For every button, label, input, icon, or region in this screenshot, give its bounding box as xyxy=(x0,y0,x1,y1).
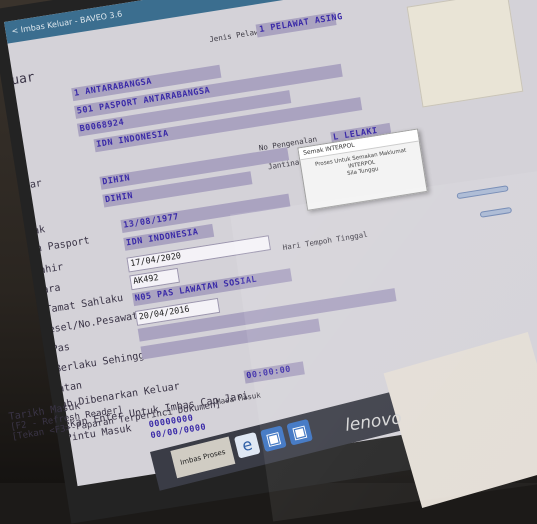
passport-photo xyxy=(406,0,524,108)
ak-label: ak xyxy=(32,224,46,237)
tamat-label: Tamat Sahlaku xyxy=(44,292,124,316)
ahir-label: ahir xyxy=(38,261,65,277)
app-icon-2[interactable]: ▣ xyxy=(286,418,313,446)
time-value: 00:00:00 xyxy=(245,364,292,382)
atan-label: atan xyxy=(57,380,83,395)
no-dokumen-value: B0068924 xyxy=(79,117,125,135)
pasport-label: n Pasport xyxy=(35,235,91,255)
title-fragment: uar xyxy=(10,69,36,89)
nama-value-1: DIHIN xyxy=(101,173,131,188)
internet-explorer-icon[interactable]: e xyxy=(233,431,261,459)
nama-value-2: DIHIN xyxy=(104,190,134,206)
kesel-label: esel/No.Pesawat xyxy=(47,310,139,336)
app-icon-1[interactable]: ▣ xyxy=(260,425,287,453)
masa-masuk-label: Masa Masuk xyxy=(215,390,262,407)
uar-label: uar xyxy=(23,178,43,192)
action-button-2[interactable] xyxy=(479,206,513,218)
jenis-pelawat-value: 1 PELAWAT ASING xyxy=(258,11,344,36)
ara-label: ara xyxy=(41,282,62,297)
action-button-1[interactable] xyxy=(456,185,509,200)
berlaku-label: Berlaku Sehingga xyxy=(54,349,152,376)
pas-label: Pas xyxy=(51,341,71,356)
hari-tempoh-label: Hari Tempoh Tinggal xyxy=(282,229,369,253)
